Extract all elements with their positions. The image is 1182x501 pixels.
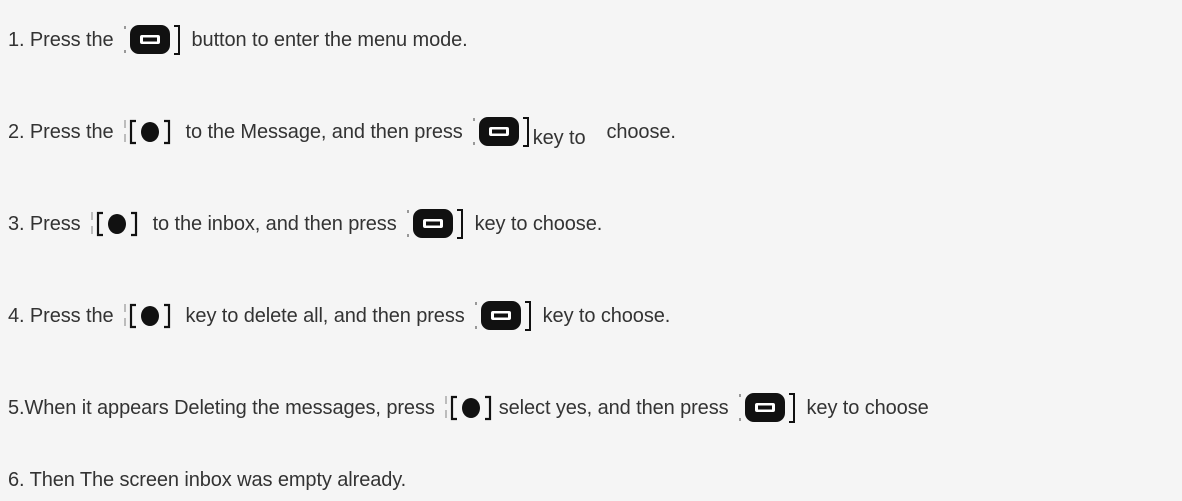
step-3-text-a: 3. Press xyxy=(8,212,81,235)
step-3-text-c: key to choose. xyxy=(474,212,603,235)
step-2: 2. Press the to the Message, and then pr… xyxy=(8,112,676,152)
navigation-key-icon xyxy=(89,206,145,242)
navigation-key-icon xyxy=(122,298,178,334)
step-1-text-b: button to enter the menu mode. xyxy=(191,28,468,51)
step-5-text-b: select yes, and then press xyxy=(498,396,729,419)
menu-key-icon xyxy=(473,298,535,334)
step-3: 3. Press to the inbox, and then press ke… xyxy=(8,204,602,244)
step-6: 6. Then The screen inbox was empty alrea… xyxy=(8,463,406,497)
step-4-text-b: key to delete all, and then press xyxy=(185,304,465,327)
navigation-key-icon xyxy=(122,114,178,150)
instructions-document: 1. Press the button to enter the menu mo… xyxy=(0,0,1182,501)
step-2-text-c: key to xyxy=(532,126,586,149)
menu-key-icon xyxy=(122,22,184,58)
navigation-key-icon xyxy=(443,390,499,426)
step-5-text-a: 5.When it appears Deleting the messages,… xyxy=(8,396,435,419)
menu-key-icon xyxy=(737,390,799,426)
menu-key-icon xyxy=(471,114,533,150)
step-4-text-c: key to choose. xyxy=(542,304,671,327)
step-5: 5.When it appears Deleting the messages,… xyxy=(8,388,929,428)
step-5-text-c: key to choose xyxy=(806,396,929,419)
step-1: 1. Press the button to enter the menu mo… xyxy=(8,20,468,60)
step-6-text-a: 6. Then The screen inbox was empty alrea… xyxy=(8,468,407,491)
step-4-text-a: 4. Press the xyxy=(8,304,114,327)
step-3-text-b: to the inbox, and then press xyxy=(152,212,397,235)
menu-key-icon xyxy=(405,206,467,242)
step-1-text-a: 1. Press the xyxy=(8,28,114,51)
step-2-text-b: to the Message, and then press xyxy=(185,120,463,143)
step-4: 4. Press the key to delete all, and then… xyxy=(8,296,670,336)
step-2-text-a: 2. Press the xyxy=(8,120,114,143)
step-2-text-d: choose. xyxy=(606,120,676,143)
